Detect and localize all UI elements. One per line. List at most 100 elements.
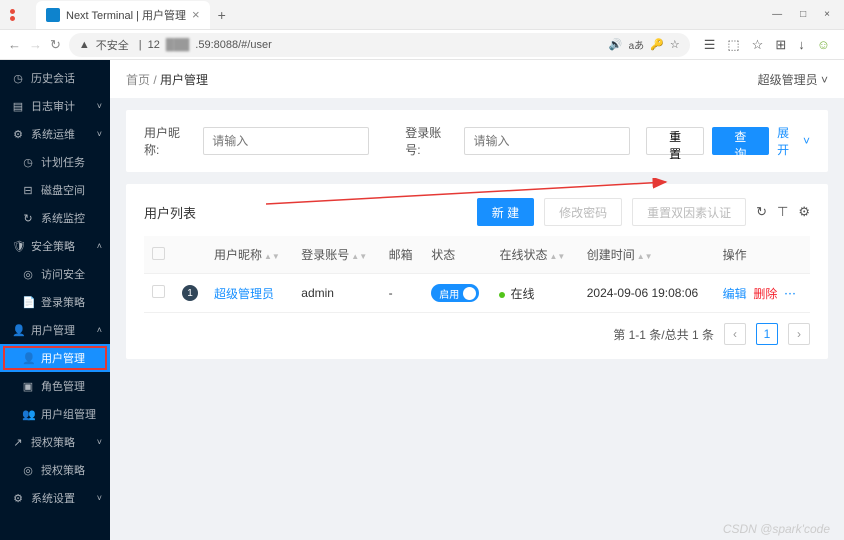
ext-icon[interactable]: ⬚ (727, 37, 739, 53)
sidebar-item-label: 授权策略 (31, 434, 75, 450)
sidebar-item-12[interactable]: 👥 用户组管理 (0, 400, 110, 428)
translate-icon[interactable]: aあ (629, 37, 645, 52)
row-index-badge: 1 (182, 285, 198, 301)
close-window-button[interactable]: × (824, 9, 830, 20)
reset-button[interactable]: 重 置 (646, 127, 703, 155)
status-switch[interactable]: 启用 (431, 284, 479, 302)
chevron-icon: ˅ (97, 101, 102, 111)
window-controls: — □ × (772, 9, 844, 20)
menu-icon: ⊟ (22, 184, 34, 197)
next-page-button[interactable]: › (788, 323, 810, 345)
toolbar-icons: ☰ ⬚ ☆ ⊞ ↓ ☺ (698, 37, 836, 53)
sidebar-item-11[interactable]: ▣ 角色管理 (0, 372, 110, 400)
reload-icon[interactable]: ↻ (756, 204, 767, 220)
reload-button[interactable]: ↻ (50, 37, 61, 53)
favorites-icon[interactable]: ☆ (752, 37, 764, 53)
settings-icon[interactable]: ⚙ (798, 204, 810, 220)
search-button[interactable]: 查 询 (712, 127, 769, 155)
maximize-button[interactable]: □ (800, 9, 806, 20)
url-input[interactable]: ▲ 不安全 | 12 ███ .59:8088/#/user 🔊 aあ 🔑 ☆ (69, 33, 690, 57)
sidebar-item-label: 系统监控 (41, 210, 85, 226)
row-checkbox[interactable] (152, 285, 165, 298)
menu-icon: ↗ (12, 436, 24, 449)
col-email: 邮箱 (381, 236, 424, 274)
sidebar-item-9[interactable]: 👤用户管理˄ (0, 316, 110, 344)
downloads-icon[interactable]: ↓ (798, 37, 805, 53)
edit-link[interactable]: 编辑 (723, 287, 747, 301)
menu-icon: 👥 (22, 408, 34, 421)
col-online: 在线状态▲▼ (491, 236, 578, 274)
sidebar-item-label: 用户管理 (41, 350, 85, 366)
user-dropdown[interactable]: 超级管理员 ˅ (758, 71, 828, 88)
main-content: 首页 / 用户管理 超级管理员 ˅ 用户昵称: 登录账号: 重 置 查 询 展开… (110, 60, 844, 540)
row-nickname-link[interactable]: 超级管理员 (214, 287, 274, 301)
close-tab-button[interactable]: × (192, 7, 200, 22)
sidebar-item-0[interactable]: ◷ 历史会话 (0, 64, 110, 92)
sidebar-item-label: 用户组管理 (41, 406, 96, 422)
col-created: 创建时间▲▼ (579, 236, 715, 274)
more-actions-button[interactable]: ⋯ (784, 287, 796, 301)
reset-2fa-button[interactable]: 重置双因素认证 (632, 198, 746, 226)
insecure-icon: ▲ (79, 39, 90, 51)
sidebar-item-label: 历史会话 (31, 70, 75, 86)
chevron-icon: ˅ (97, 437, 102, 447)
browser-tab[interactable]: Next Terminal | 用户管理 × (36, 1, 210, 29)
breadcrumb-current: 用户管理 (160, 73, 208, 87)
insecure-label: 不安全 (96, 37, 129, 53)
sidebar-item-label: 授权策略 (41, 462, 85, 478)
sidebar-item-label: 系统运维 (31, 126, 75, 142)
nickname-input[interactable] (203, 127, 369, 155)
sidebar-item-4[interactable]: ⊟ 磁盘空间 (0, 176, 110, 204)
select-all-checkbox[interactable] (152, 247, 165, 260)
sidebar-item-13[interactable]: ↗ 授权策略 ˅ (0, 428, 110, 456)
menu-icon: 📄 (22, 296, 34, 309)
menu-icon: ⚙ (12, 128, 24, 141)
sidebar-item-5[interactable]: ↻ 系统监控 (0, 204, 110, 232)
density-icon[interactable]: ⊤ (777, 204, 788, 220)
new-button[interactable]: 新 建 (477, 198, 534, 226)
page-1-button[interactable]: 1 (756, 323, 778, 345)
breadcrumb-home[interactable]: 首页 (126, 73, 150, 87)
delete-link[interactable]: 删除 (753, 287, 777, 301)
favicon-icon (46, 8, 60, 22)
pagination: 第 1-1 条/总共 1 条 ‹ 1 › (144, 323, 810, 345)
profile-icon[interactable]: ☺ (817, 37, 830, 53)
menu-icon: ◷ (22, 156, 34, 169)
voice-icon[interactable]: 🔊 (609, 38, 623, 51)
forward-button[interactable]: → (29, 37, 42, 52)
sidebar-item-1[interactable]: ▤日志审计˅ (0, 92, 110, 120)
account-input[interactable] (464, 127, 630, 155)
sidebar-item-3[interactable]: ◷计划任务 (0, 148, 110, 176)
sidebar-item-15[interactable]: ⚙系统设置˅ (0, 484, 110, 512)
user-table: 用户昵称▲▼ 登录账号▲▼ 邮箱 状态 在线状态▲▼ 创建时间▲▼ 操作 1 超… (144, 236, 810, 313)
minimize-button[interactable]: — (772, 9, 782, 20)
browser-titlebar: Next Terminal | 用户管理 × + — □ × (0, 0, 844, 30)
sidebar-item-6[interactable]: 🛡安全策略˄ (0, 232, 110, 260)
sidebar-item-8[interactable]: 📄登录策略 (0, 288, 110, 316)
sidebar-item-10[interactable]: 👤用户管理 (0, 344, 110, 372)
col-account: 登录账号▲▼ (293, 236, 380, 274)
password-icon[interactable]: 🔑 (650, 38, 664, 51)
chevron-down-icon: ˅ (821, 73, 828, 87)
menu-icon: ↻ (22, 212, 34, 225)
table-header-row: 用户昵称▲▼ 登录账号▲▼ 邮箱 状态 在线状态▲▼ 创建时间▲▼ 操作 (144, 236, 810, 274)
new-tab-button[interactable]: + (210, 7, 234, 23)
collections-icon[interactable]: ⊞ (775, 37, 786, 53)
menu-icon: ◎ (22, 268, 34, 281)
sidebar-item-2[interactable]: ⚙系统运维˅ (0, 120, 110, 148)
chevron-icon: ˄ (97, 241, 102, 251)
menu-icon: ▣ (22, 380, 34, 393)
sidebar-icon[interactable]: ☰ (704, 37, 716, 53)
sidebar-item-14[interactable]: ◎授权策略 (0, 456, 110, 484)
sidebar-item-label: 角色管理 (41, 378, 85, 394)
menu-icon: ◷ (12, 72, 24, 85)
chevron-down-icon: ˅ (803, 134, 810, 148)
bookmark-star-icon[interactable]: ☆ (670, 38, 680, 51)
back-button[interactable]: ← (8, 37, 21, 52)
expand-link[interactable]: 展开 ˅ (777, 124, 810, 158)
sidebar-item-7[interactable]: ◎访问安全 (0, 260, 110, 288)
prev-page-button[interactable]: ‹ (724, 323, 746, 345)
sidebar-item-label: 磁盘空间 (41, 182, 85, 198)
col-ops: 操作 (715, 236, 810, 274)
change-password-button[interactable]: 修改密码 (544, 198, 622, 226)
